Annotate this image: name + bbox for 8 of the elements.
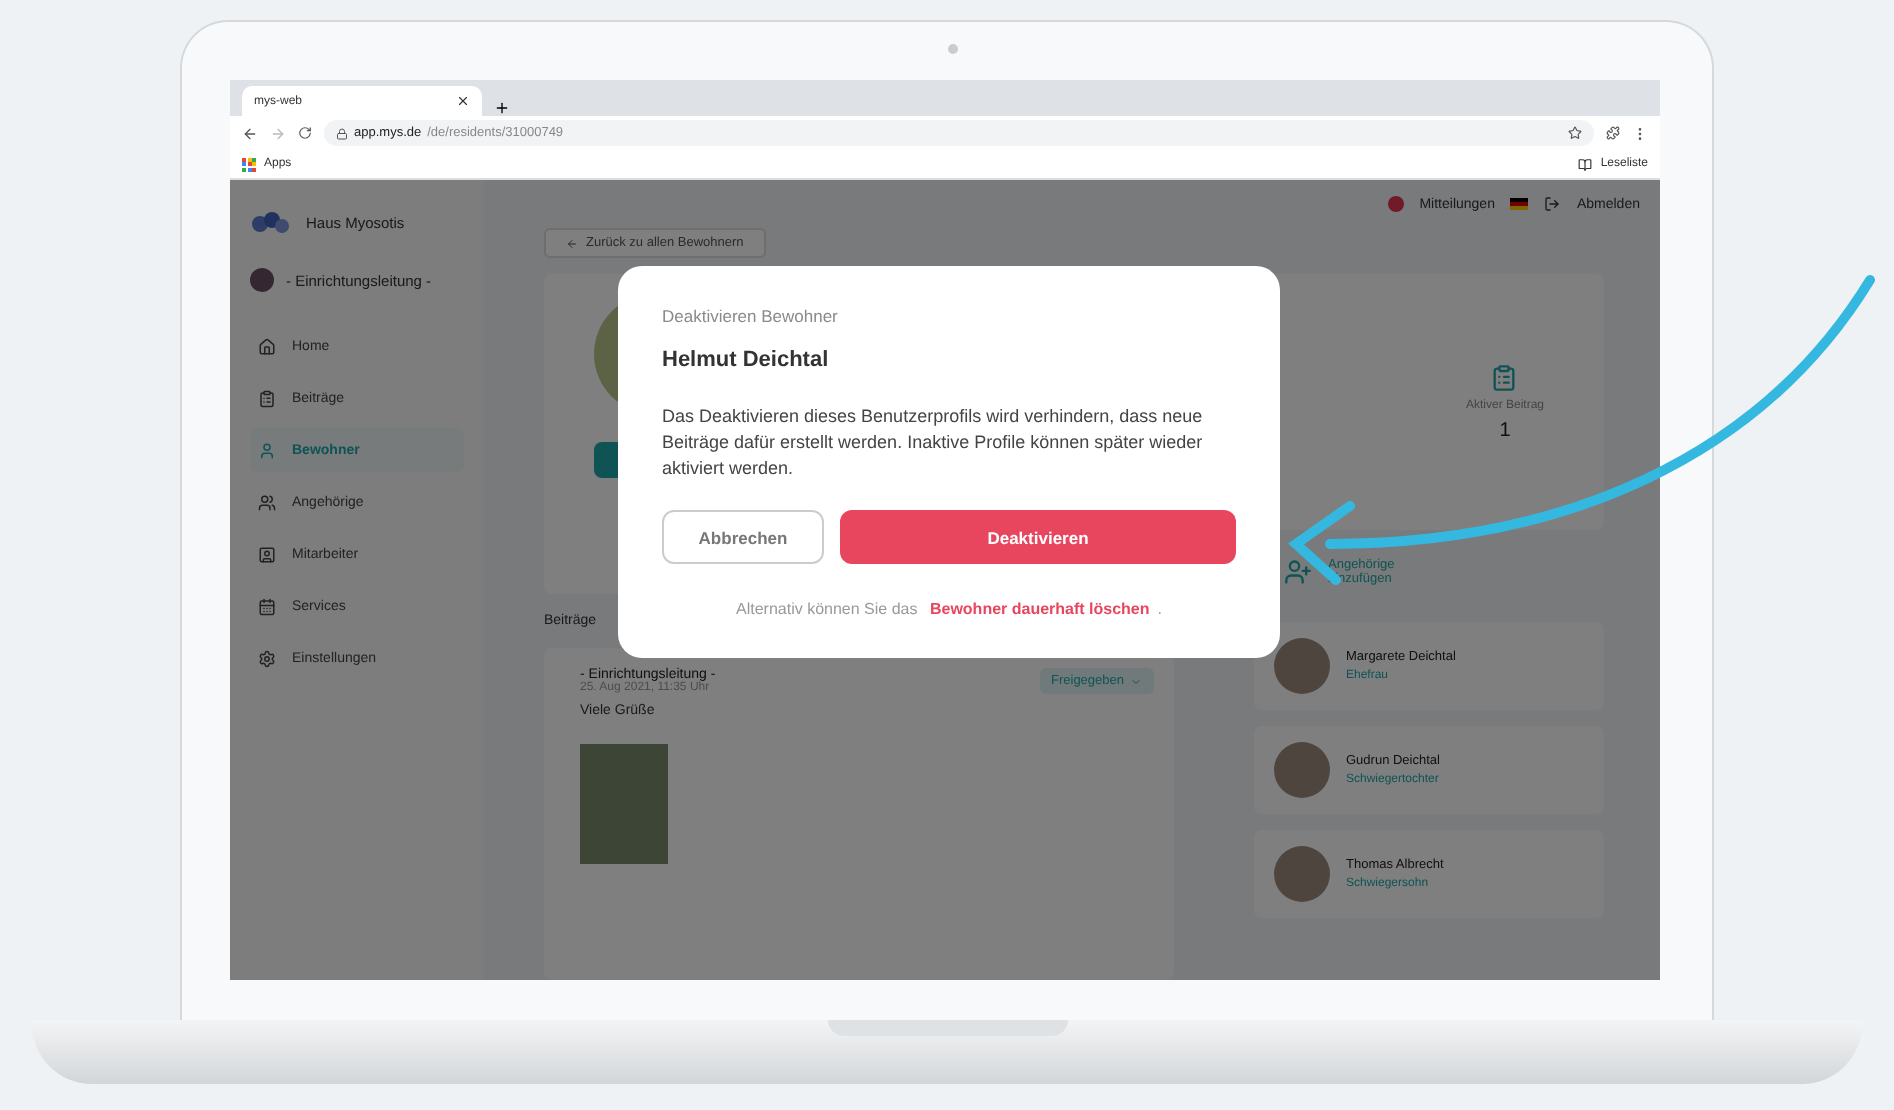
deactivate-button[interactable]: Deaktivieren (840, 510, 1236, 565)
delete-link[interactable]: Bewohner dauerhaft löschen (929, 600, 1150, 619)
dialog-message: Das Deaktivieren dieses Benutzerprofils wird verhindern, dass neue Beiträge dafür erstellt werden. Inaktive Profile können später wieder aktiviert werden. (662, 404, 1205, 483)
dialog-title: Helmut Deichtal (662, 348, 831, 372)
dialog-caption: Deaktivieren Bewohner (662, 306, 840, 326)
stat-value: 1 (1499, 419, 1511, 441)
alternative-text: Alternativ können Sie das Bewohner dauerhaft löschen . (734, 600, 1164, 619)
cancel-button[interactable]: Abbrechen (662, 510, 824, 565)
